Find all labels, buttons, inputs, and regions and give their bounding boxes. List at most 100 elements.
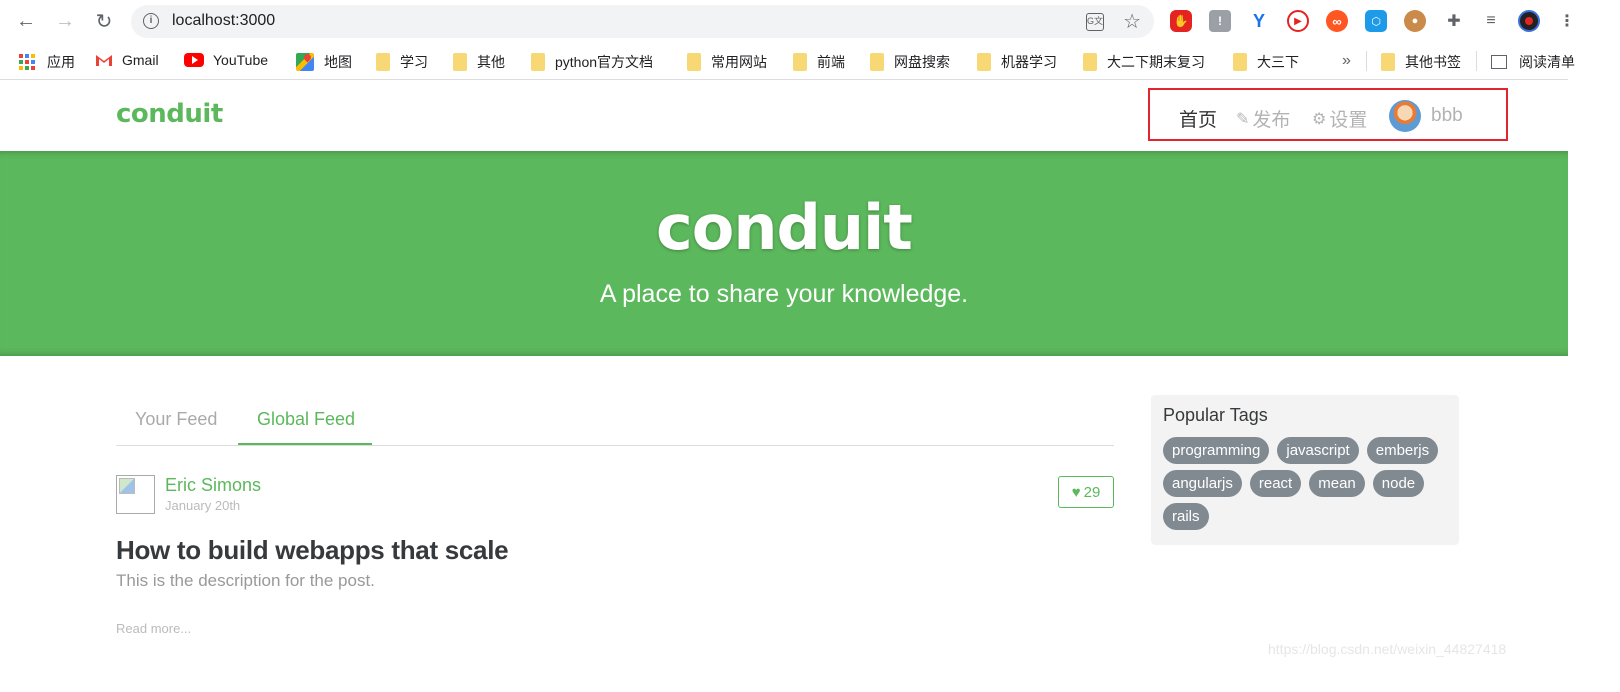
favorite-button[interactable]: ♥ 29 (1058, 476, 1114, 508)
other-bookmarks-label: 其他书签 (1405, 54, 1461, 70)
article-description: This is the description for the post. (116, 571, 375, 590)
bookmark-folder[interactable]: python官方文档 (531, 52, 653, 72)
tag-pill[interactable]: angularjs (1163, 470, 1242, 497)
profile-icon[interactable] (1518, 10, 1540, 32)
bookmark-folder[interactable]: 大三下 (1233, 52, 1299, 72)
folder-icon (1083, 53, 1097, 71)
tag-pill[interactable]: react (1249, 470, 1302, 497)
reload-icon[interactable]: ↻ (92, 9, 116, 33)
bookmark-youtube[interactable]: YouTube (184, 52, 268, 68)
back-icon[interactable]: ← (14, 9, 38, 33)
star-icon[interactable]: ☆ (1123, 9, 1141, 34)
reading-list[interactable]: 阅读清单 (1491, 52, 1575, 72)
bookmark-label: YouTube (213, 52, 269, 68)
popular-tags-sidebar: Popular Tags programming javascript embe… (1151, 395, 1459, 545)
nav-settings[interactable]: ⚙ 设置 (1312, 105, 1367, 132)
bookmark-folder[interactable]: 学习 (376, 52, 428, 72)
folder-icon (793, 53, 807, 71)
nav-new-post-label: 发布 (1252, 110, 1291, 131)
extension-hex-icon[interactable]: ⬡ (1365, 10, 1387, 32)
bookmark-apps[interactable]: 应用 (19, 52, 75, 72)
edit-icon: ✎ (1236, 110, 1250, 128)
url-text[interactable]: localhost:3000 (172, 12, 275, 30)
info-icon[interactable]: i (143, 13, 159, 29)
bookmark-label: 地图 (324, 54, 352, 70)
extension-play-icon[interactable]: ▶ (1287, 10, 1309, 32)
puzzle-extensions-icon[interactable]: ✚ (1443, 10, 1465, 32)
bookmark-folder[interactable]: 前端 (793, 52, 845, 72)
author-link[interactable]: Eric Simons (165, 475, 261, 496)
other-bookmarks[interactable]: 其他书签 (1381, 52, 1461, 72)
tag-pill[interactable]: emberjs (1366, 437, 1439, 464)
bookmark-folder[interactable]: 大二下期末复习 (1083, 52, 1205, 72)
bookmark-gmail[interactable]: Gmail (95, 52, 159, 68)
divider (1476, 51, 1477, 71)
app-navbar: conduit 首页 ✎ 发布 ⚙ 设置 bbb (0, 81, 1568, 151)
heart-icon: ♥ (1071, 483, 1081, 501)
bookmark-folder[interactable]: 常用网站 (687, 52, 767, 72)
avatar (1389, 100, 1421, 132)
nav-profile[interactable]: bbb (1389, 100, 1463, 132)
gear-icon: ⚙ (1312, 110, 1327, 128)
translate-icon[interactable]: G文 (1086, 13, 1104, 31)
tag-list: programming javascript emberjs angularjs… (1163, 437, 1453, 530)
tag-pill[interactable]: mean (1309, 470, 1365, 497)
watermark: https://blog.csdn.net/weixin_44827418 (1268, 641, 1507, 657)
maps-icon (296, 53, 314, 71)
extension-y-icon[interactable]: Y (1248, 10, 1270, 32)
apps-grid-icon (19, 54, 35, 70)
folder-icon (531, 53, 545, 71)
hero-banner: conduit A place to share your knowledge. (0, 151, 1568, 356)
nav-home[interactable]: 首页 (1179, 105, 1217, 132)
gmail-icon (96, 55, 112, 66)
bookmark-label: python官方文档 (555, 54, 654, 70)
brand-logo[interactable]: conduit (116, 99, 223, 129)
cookie-icon[interactable]: ● (1404, 10, 1426, 32)
adblock-extension-icon[interactable]: ✋ (1170, 10, 1192, 32)
folder-icon (376, 53, 390, 71)
read-more-link[interactable]: Read more... (116, 621, 191, 636)
article-title[interactable]: How to build webapps that scale (116, 535, 509, 566)
bookmarks-overflow-button[interactable]: » (1342, 52, 1351, 70)
reading-list-label: 阅读清单 (1519, 54, 1575, 70)
active-tab-indicator (238, 443, 372, 445)
banner-subtitle: A place to share your knowledge. (599, 280, 969, 308)
bookmark-label: Gmail (122, 52, 159, 68)
extension-infinity-icon[interactable]: ∞ (1326, 10, 1348, 32)
bookmark-folder[interactable]: 网盘搜索 (870, 52, 950, 72)
folder-icon (1381, 53, 1395, 71)
bookmark-label: 大二下期末复习 (1107, 54, 1205, 70)
tag-pill[interactable]: node (1372, 470, 1425, 497)
browser-toolbar: ← → ↻ i localhost:3000 G文 ☆ ✋ ! Y ▶ ∞ ⬡ … (0, 0, 1575, 42)
bookmark-label: 常用网站 (711, 54, 767, 70)
media-control-icon[interactable]: ≡ (1480, 10, 1502, 32)
tab-your-feed[interactable]: Your Feed (135, 409, 217, 430)
bookmark-label: 大三下 (1257, 54, 1299, 70)
divider (1366, 51, 1367, 71)
folder-icon (687, 53, 701, 71)
bookmark-folder[interactable]: 其他 (453, 52, 505, 72)
folder-icon (870, 53, 884, 71)
tab-global-feed[interactable]: Global Feed (257, 409, 355, 430)
nav-new-post[interactable]: ✎ 发布 (1236, 105, 1290, 132)
feed-tabs: Your Feed Global Feed (116, 395, 1114, 446)
extension-icon[interactable]: ! (1209, 10, 1231, 32)
bookmark-label: 学习 (400, 54, 428, 70)
tag-pill[interactable]: programming (1163, 437, 1270, 464)
folder-icon (453, 53, 467, 71)
bookmark-folder[interactable]: 机器学习 (977, 52, 1057, 72)
bookmark-maps[interactable]: 地图 (296, 52, 352, 72)
menu-icon[interactable]: ⋮ (1556, 10, 1578, 32)
bookmark-label: 其他 (477, 54, 505, 70)
bookmarks-bar: 应用 Gmail YouTube 地图 学习 其他 python官方文档 常用网… (0, 42, 1575, 80)
tag-pill[interactable]: javascript (1277, 437, 1359, 464)
tag-pill[interactable]: rails (1163, 503, 1209, 530)
nav-settings-label: 设置 (1329, 110, 1368, 131)
favorite-count: 29 (1083, 483, 1101, 501)
banner-title: conduit (656, 191, 913, 264)
address-bar[interactable]: i localhost:3000 G文 ☆ (131, 5, 1154, 38)
author-avatar[interactable] (116, 475, 155, 514)
forward-icon[interactable]: → (53, 9, 77, 33)
youtube-icon (184, 53, 204, 67)
username: bbb (1431, 105, 1463, 126)
